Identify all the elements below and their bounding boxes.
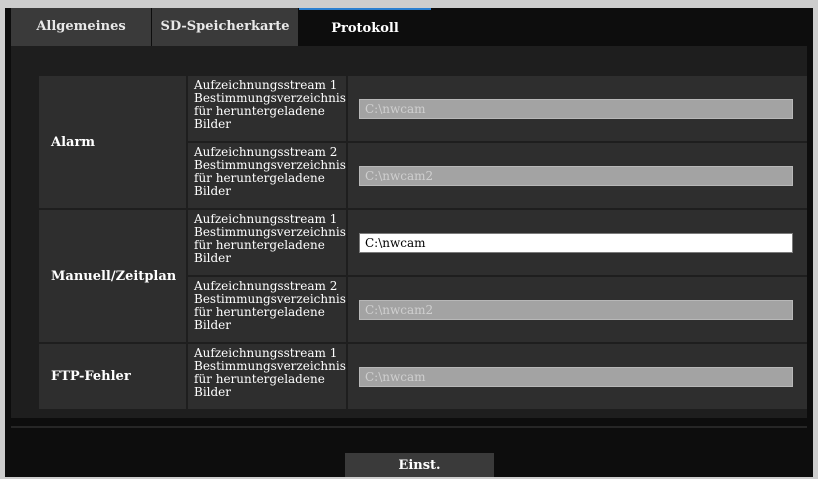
row-field-cell — [348, 76, 807, 141]
row-label: Aufzeichnungsstream 1 Bestimmungsverzeic… — [188, 210, 346, 275]
footer-divider — [11, 426, 807, 428]
alarm-stream2-directory-input[interactable] — [359, 166, 793, 186]
ftp-stream1-directory-input[interactable] — [359, 367, 793, 387]
row-label: Aufzeichnungsstream 2 Bestimmungsverzeic… — [188, 277, 346, 342]
row-field-cell — [348, 344, 807, 409]
tab-allgemeines[interactable]: Allgemeines — [11, 8, 151, 46]
row-label: Aufzeichnungsstream 1 Bestimmungsverzeic… — [188, 76, 346, 141]
row-field-cell — [348, 210, 807, 275]
row-label: Aufzeichnungsstream 1 Bestimmungsverzeic… — [188, 344, 346, 409]
row-field-cell — [348, 277, 807, 342]
einst-button[interactable]: Einst. — [345, 453, 494, 477]
alarm-stream1-directory-input[interactable] — [359, 99, 793, 119]
settings-window: Allgemeines SD-Speicherkarte Protokoll A… — [5, 8, 813, 477]
manual-stream1-directory-input[interactable] — [359, 233, 793, 253]
group-label-alarm: Alarm — [39, 76, 186, 208]
row-field-cell — [348, 143, 807, 208]
group-label-manuell-zeitplan: Manuell/Zeitplan — [39, 210, 186, 342]
row-label: Aufzeichnungsstream 2 Bestimmungsverzeic… — [188, 143, 346, 208]
tab-sd-speicherkarte[interactable]: SD-Speicherkarte — [152, 8, 298, 46]
manual-stream2-directory-input[interactable] — [359, 300, 793, 320]
tab-protokoll[interactable]: Protokoll — [299, 8, 431, 46]
group-label-ftp-fehler: FTP-Fehler — [39, 344, 186, 409]
settings-panel: Alarm Aufzeichnungsstream 1 Bestimmungsv… — [11, 46, 807, 418]
